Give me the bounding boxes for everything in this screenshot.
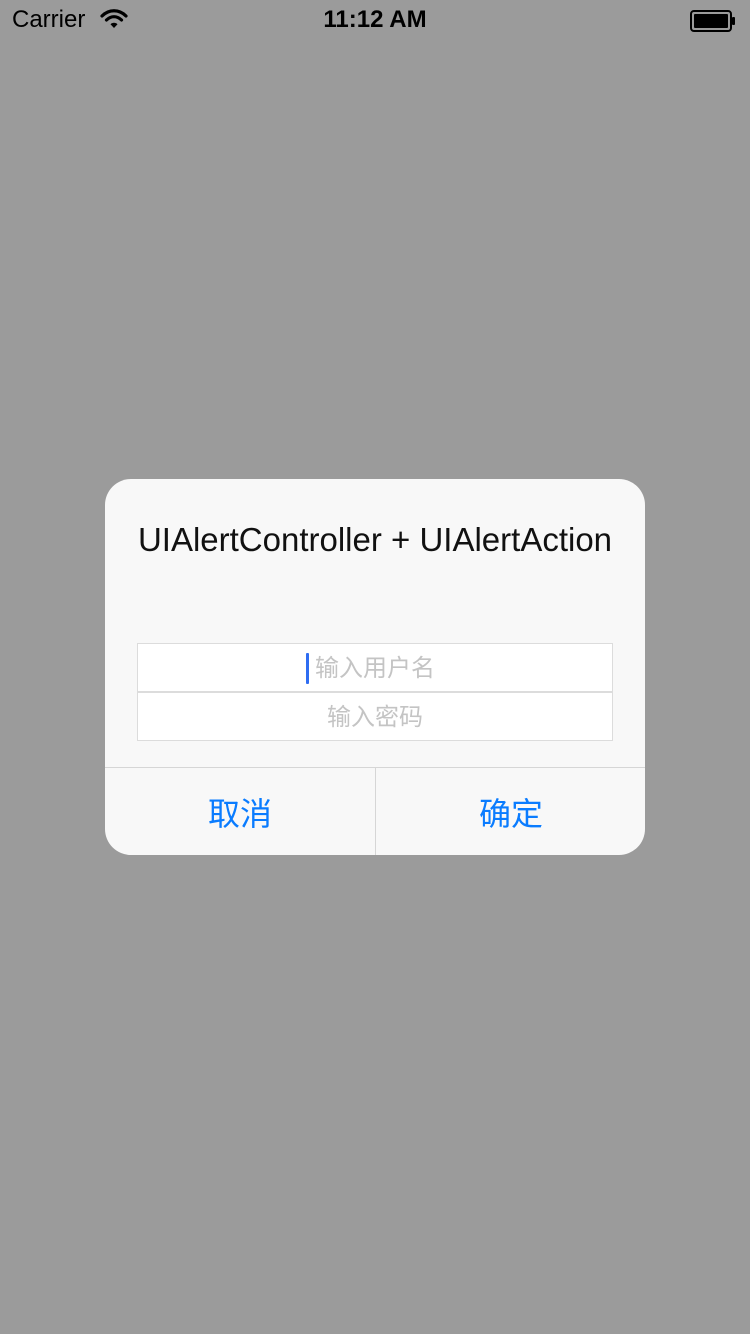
- status-time: 11:12 AM: [323, 6, 427, 33]
- cancel-button[interactable]: 取消: [105, 768, 375, 855]
- text-cursor: [306, 653, 309, 684]
- status-bar: Carrier 11:12 AM: [0, 0, 750, 40]
- username-input[interactable]: [138, 644, 612, 691]
- username-field-container: [137, 643, 613, 692]
- password-field-container: [137, 692, 613, 741]
- password-input[interactable]: [138, 693, 612, 740]
- confirm-button[interactable]: 确定: [376, 768, 645, 855]
- alert-title: UIAlertController + UIAlertAction: [137, 521, 613, 558]
- alert-dialog: UIAlertController + UIAlertAction 取消 确定: [105, 479, 645, 855]
- battery-icon: [690, 10, 735, 32]
